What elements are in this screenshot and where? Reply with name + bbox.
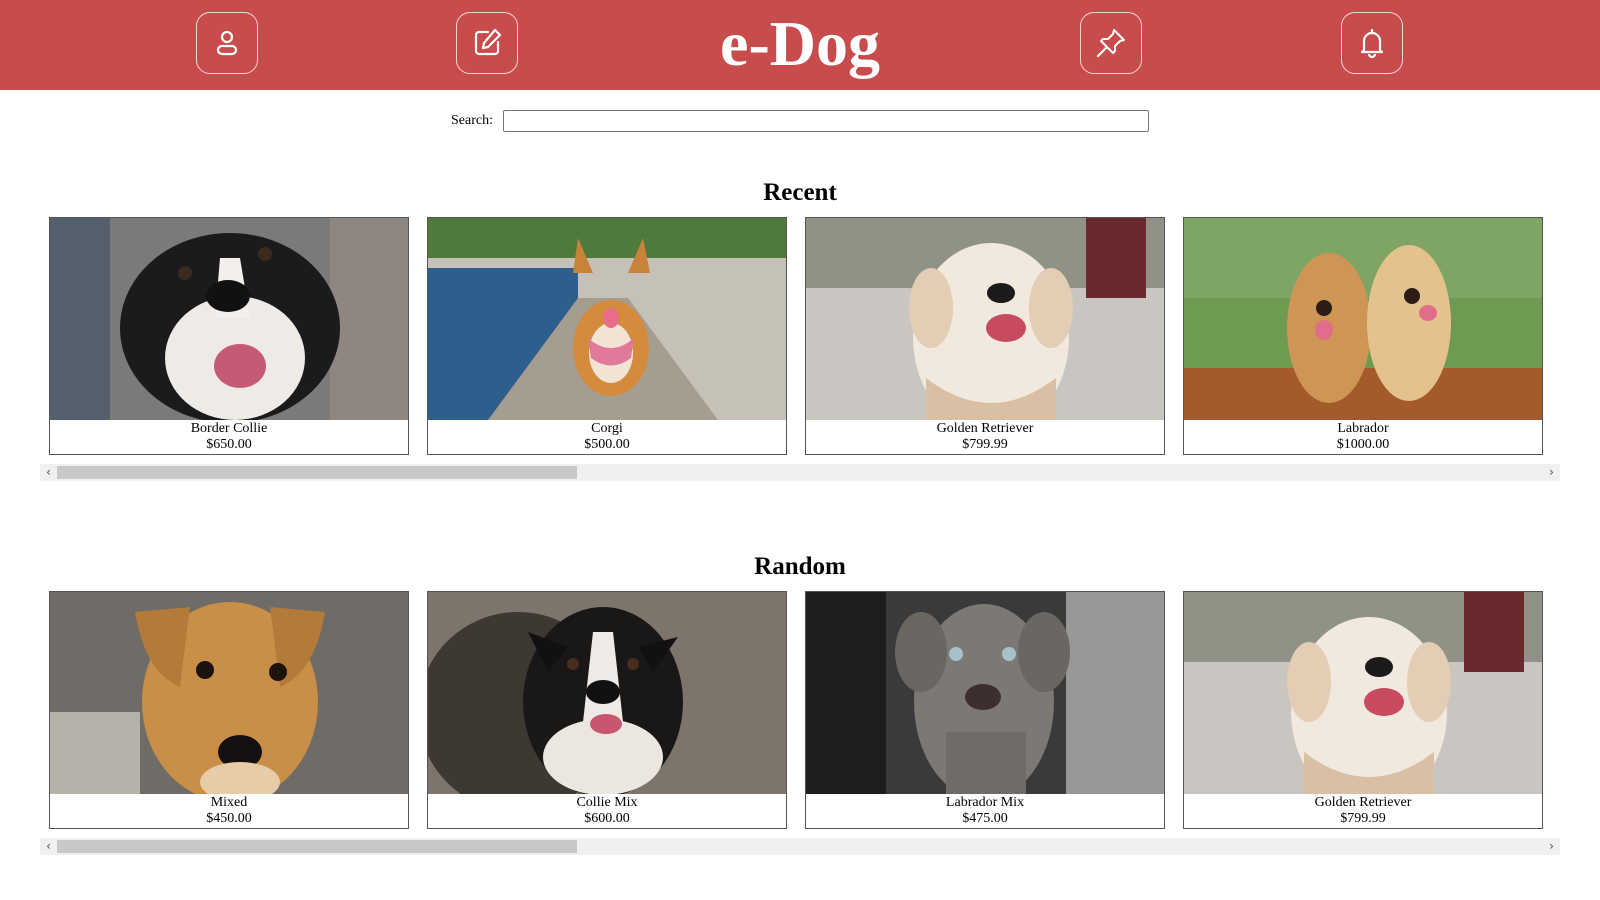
user-icon bbox=[216, 30, 238, 56]
dog-card[interactable]: Mixed $450.00 bbox=[49, 591, 409, 829]
card-name: Golden Retriever bbox=[1314, 795, 1412, 810]
golden-retriever-photo bbox=[1184, 592, 1542, 794]
horizontal-scrollbar[interactable]: ‹ › bbox=[40, 838, 1560, 855]
carousel-recent[interactable]: Border Collie $650.00 Corgi $500.00 Gold… bbox=[40, 217, 1560, 481]
dog-card[interactable]: Collie Mix $600.00 bbox=[427, 591, 787, 829]
card-name: Collie Mix bbox=[576, 795, 638, 810]
horizontal-scrollbar[interactable]: ‹ › bbox=[40, 464, 1560, 481]
section-title-random: Random bbox=[754, 553, 846, 580]
edit-button[interactable] bbox=[456, 12, 518, 74]
card-price: $1000.00 bbox=[1336, 437, 1390, 452]
scroll-left-arrow[interactable]: ‹ bbox=[40, 838, 57, 855]
dog-card[interactable]: Golden Retriever $799.99 bbox=[1183, 591, 1543, 829]
pin-icon bbox=[1096, 29, 1125, 58]
edit-icon bbox=[474, 28, 502, 56]
scrollbar-thumb[interactable] bbox=[57, 466, 577, 479]
search-bar: Search: bbox=[0, 110, 1600, 134]
card-price: $799.99 bbox=[1340, 811, 1386, 826]
card-name: Corgi bbox=[591, 421, 623, 436]
scrollbar-thumb[interactable] bbox=[57, 840, 577, 853]
card-name: Mixed bbox=[210, 795, 248, 810]
scroll-right-arrow[interactable]: › bbox=[1543, 838, 1560, 855]
border-collie-photo bbox=[50, 218, 408, 420]
search-input[interactable] bbox=[503, 110, 1149, 132]
card-price: $475.00 bbox=[962, 811, 1008, 826]
bell-icon bbox=[1360, 28, 1384, 59]
labrador-puppies-photo bbox=[1184, 218, 1542, 420]
golden-retriever-photo bbox=[806, 218, 1164, 420]
dog-card[interactable]: Golden Retriever $799.99 bbox=[805, 217, 1165, 455]
card-name: Golden Retriever bbox=[936, 421, 1034, 436]
pin-button[interactable] bbox=[1080, 12, 1142, 74]
top-nav-bar: e-Dog bbox=[0, 0, 1600, 90]
search-label: Search: bbox=[451, 113, 493, 128]
profile-button[interactable] bbox=[196, 12, 258, 74]
dog-card[interactable]: Corgi $500.00 bbox=[427, 217, 787, 455]
card-name: Border Collie bbox=[190, 421, 268, 436]
labrador-mix-photo bbox=[806, 592, 1164, 794]
card-name: Labrador Mix bbox=[945, 795, 1025, 810]
notifications-button[interactable] bbox=[1341, 12, 1403, 74]
scroll-right-arrow[interactable]: › bbox=[1543, 464, 1560, 481]
dog-card[interactable]: Labrador Mix $475.00 bbox=[805, 591, 1165, 829]
section-title-recent: Recent bbox=[763, 179, 837, 206]
carousel-random[interactable]: Mixed $450.00 Collie Mix $600.00 Labrado… bbox=[40, 591, 1560, 855]
collie-mix-photo bbox=[428, 592, 786, 794]
card-price: $500.00 bbox=[584, 437, 630, 452]
card-price: $600.00 bbox=[584, 811, 630, 826]
card-price: $450.00 bbox=[206, 811, 252, 826]
corgi-photo bbox=[428, 218, 786, 420]
dog-card[interactable]: Border Collie $650.00 bbox=[49, 217, 409, 455]
card-price: $799.99 bbox=[962, 437, 1008, 452]
card-name: Labrador bbox=[1337, 421, 1389, 436]
dog-card[interactable]: Labrador $1000.00 bbox=[1183, 217, 1543, 455]
mixed-dog-photo bbox=[50, 592, 408, 794]
scroll-left-arrow[interactable]: ‹ bbox=[40, 464, 57, 481]
card-price: $650.00 bbox=[206, 437, 252, 452]
